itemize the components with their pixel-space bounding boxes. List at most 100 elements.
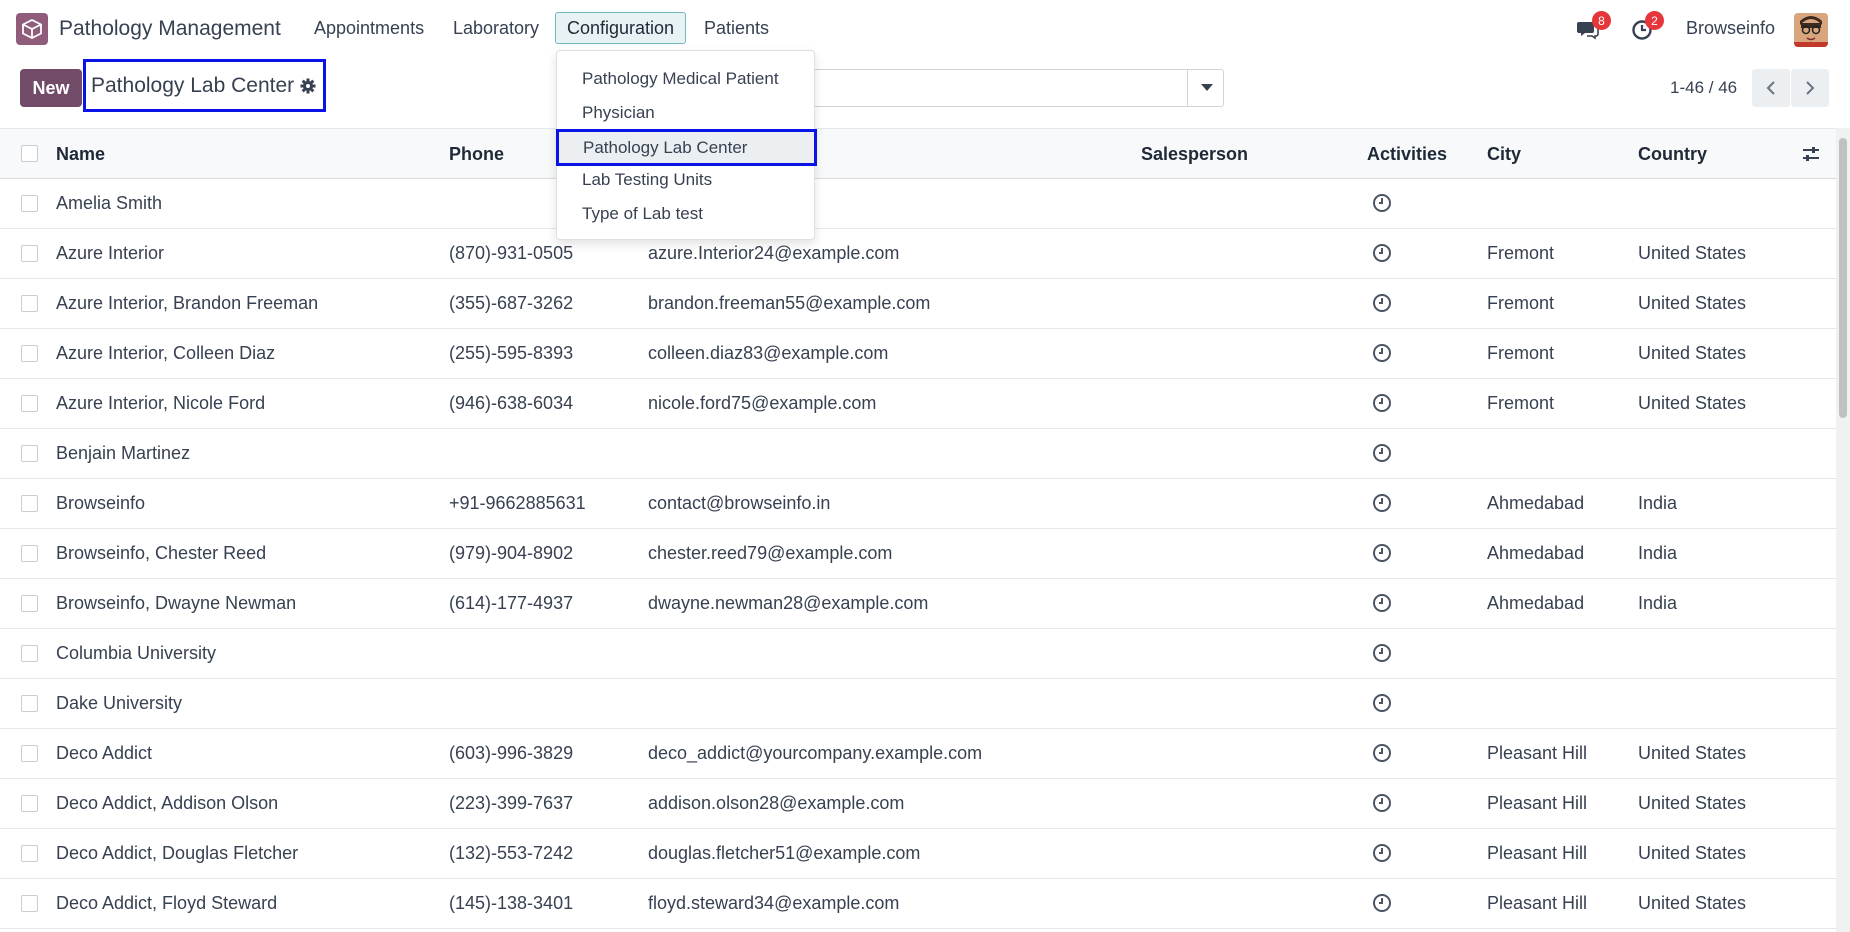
dropdown-item-lab-testing-units[interactable]: Lab Testing Units — [557, 163, 816, 197]
cell-city: Pleasant Hill — [1487, 743, 1588, 763]
app-name[interactable]: Pathology Management — [59, 17, 281, 41]
activities-button[interactable]: 2 — [1631, 11, 1664, 41]
row-checkbox[interactable] — [21, 745, 38, 762]
activity-clock-icon[interactable] — [1372, 343, 1392, 363]
row-checkbox[interactable] — [21, 845, 38, 862]
table-row[interactable]: Deco Addict, Douglas Fletcher (132)-553-7… — [0, 829, 1836, 879]
table-row[interactable]: Browseinfo, Chester Reed (979)-904-8902 ch… — [0, 529, 1836, 579]
row-checkbox[interactable] — [21, 895, 38, 912]
column-header-country[interactable]: Country — [1638, 144, 1707, 165]
activity-clock-icon[interactable] — [1372, 893, 1392, 913]
activities-badge: 2 — [1645, 11, 1664, 30]
row-checkbox[interactable] — [21, 545, 38, 562]
row-checkbox[interactable] — [21, 645, 38, 662]
page-title: Pathology Lab Center — [91, 73, 295, 97]
select-all-checkbox[interactable] — [21, 145, 38, 162]
cell-city: Fremont — [1487, 393, 1555, 413]
row-checkbox[interactable] — [21, 245, 38, 262]
table-row[interactable]: Amelia Smith — [0, 179, 1836, 229]
table-row[interactable]: Deco Addict, Floyd Steward (145)-138-3401… — [0, 879, 1836, 929]
dropdown-item-physician[interactable]: Physician — [557, 96, 816, 130]
column-header-city[interactable]: City — [1487, 144, 1521, 165]
activity-clock-icon[interactable] — [1372, 543, 1392, 563]
search-input[interactable] — [800, 69, 1224, 107]
table-row[interactable]: Azure Interior, Colleen Diaz (255)-595-83… — [0, 329, 1836, 379]
activity-clock-icon[interactable] — [1372, 743, 1392, 763]
activity-clock-icon[interactable] — [1372, 593, 1392, 613]
table-row[interactable]: Azure Interior (870)-931-0505 azure.Interi… — [0, 229, 1836, 279]
optional-columns-icon[interactable] — [1801, 144, 1821, 164]
app-logo-icon[interactable] — [16, 13, 48, 45]
cell-city: Pleasant Hill — [1487, 793, 1588, 813]
cell-city: Fremont — [1487, 343, 1555, 363]
activity-clock-icon[interactable] — [1372, 443, 1392, 463]
menu-configuration[interactable]: Configuration — [555, 12, 687, 44]
table-row[interactable]: Benjain Martinez — [0, 429, 1836, 479]
pager-next-button[interactable] — [1791, 69, 1829, 107]
cell-name: Browseinfo, Chester Reed — [56, 543, 267, 563]
row-checkbox[interactable] — [21, 795, 38, 812]
column-header-name[interactable]: Name — [56, 144, 105, 165]
cell-phone: +91-9662885631 — [449, 493, 586, 513]
row-checkbox[interactable] — [21, 195, 38, 212]
menu-patients[interactable]: Patients — [692, 12, 781, 44]
row-checkbox[interactable] — [21, 445, 38, 462]
cell-email: deco_addict@yourcompany.example.com — [648, 743, 983, 763]
table-row[interactable]: Dake University — [0, 679, 1836, 729]
scrollbar-thumb[interactable] — [1839, 138, 1847, 418]
cell-country: United States — [1638, 393, 1747, 413]
user-name[interactable]: Browseinfo — [1686, 18, 1775, 39]
table-row[interactable]: Columbia University — [0, 629, 1836, 679]
activity-clock-icon[interactable] — [1372, 243, 1392, 263]
cell-city: Ahmedabad — [1487, 493, 1585, 513]
activity-clock-icon[interactable] — [1372, 493, 1392, 513]
column-header-activities[interactable]: Activities — [1367, 144, 1447, 165]
row-checkbox[interactable] — [21, 595, 38, 612]
table-row[interactable]: Azure Interior, Nicole Ford (946)-638-603… — [0, 379, 1836, 429]
cell-city: Fremont — [1487, 243, 1555, 263]
table-row[interactable]: Browseinfo +91-9662885631 contact@browsein… — [0, 479, 1836, 529]
search-options-button[interactable] — [1187, 69, 1225, 107]
row-checkbox[interactable] — [21, 345, 38, 362]
menu-appointments[interactable]: Appointments — [302, 12, 436, 44]
row-checkbox[interactable] — [21, 295, 38, 312]
cell-country: India — [1638, 543, 1678, 563]
activity-clock-icon[interactable] — [1372, 843, 1392, 863]
table-row[interactable]: Deco Addict, Addison Olson (223)-399-7637… — [0, 779, 1836, 829]
cell-country: United States — [1638, 893, 1747, 913]
new-button[interactable]: New — [20, 69, 82, 107]
table-row[interactable]: Deco Addict (603)-996-3829 deco_addict@you… — [0, 729, 1836, 779]
cell-city: Fremont — [1487, 293, 1555, 313]
messages-button[interactable]: 8 — [1576, 11, 1611, 41]
dropdown-item-pathology-lab-center[interactable]: Pathology Lab Center — [556, 129, 817, 166]
cell-country: United States — [1638, 293, 1747, 313]
row-checkbox[interactable] — [21, 495, 38, 512]
column-header-salesperson[interactable]: Salesperson — [1141, 144, 1248, 165]
cell-city: Pleasant Hill — [1487, 843, 1588, 863]
row-checkbox[interactable] — [21, 695, 38, 712]
pager-value[interactable]: 1-46 / 46 — [1670, 78, 1737, 98]
vertical-scrollbar[interactable] — [1836, 128, 1850, 932]
menu-laboratory[interactable]: Laboratory — [441, 12, 551, 44]
cell-name: Azure Interior, Brandon Freeman — [56, 293, 319, 313]
activity-clock-icon[interactable] — [1372, 193, 1392, 213]
activity-clock-icon[interactable] — [1372, 793, 1392, 813]
cell-email: chester.reed79@example.com — [648, 543, 893, 563]
pager-previous-button[interactable] — [1752, 69, 1790, 107]
activity-clock-icon[interactable] — [1372, 393, 1392, 413]
cell-phone: (946)-638-6034 — [449, 393, 574, 413]
gear-icon[interactable] — [300, 78, 316, 94]
table-row[interactable]: Azure Interior, Brandon Freeman (355)-687… — [0, 279, 1836, 329]
caret-down-icon — [1200, 84, 1213, 91]
cell-city: Pleasant Hill — [1487, 893, 1588, 913]
dropdown-item-type-of-lab-test[interactable]: Type of Lab test — [557, 197, 816, 231]
dropdown-item-pathology-medical-patient[interactable]: Pathology Medical Patient — [557, 62, 816, 96]
activity-clock-icon[interactable] — [1372, 643, 1392, 663]
row-checkbox[interactable] — [21, 395, 38, 412]
activity-clock-icon[interactable] — [1372, 693, 1392, 713]
cell-country: India — [1638, 493, 1678, 513]
avatar[interactable] — [1794, 13, 1828, 47]
column-header-phone[interactable]: Phone — [449, 144, 504, 165]
activity-clock-icon[interactable] — [1372, 293, 1392, 313]
table-row[interactable]: Browseinfo, Dwayne Newman (614)-177-4937 d… — [0, 579, 1836, 629]
